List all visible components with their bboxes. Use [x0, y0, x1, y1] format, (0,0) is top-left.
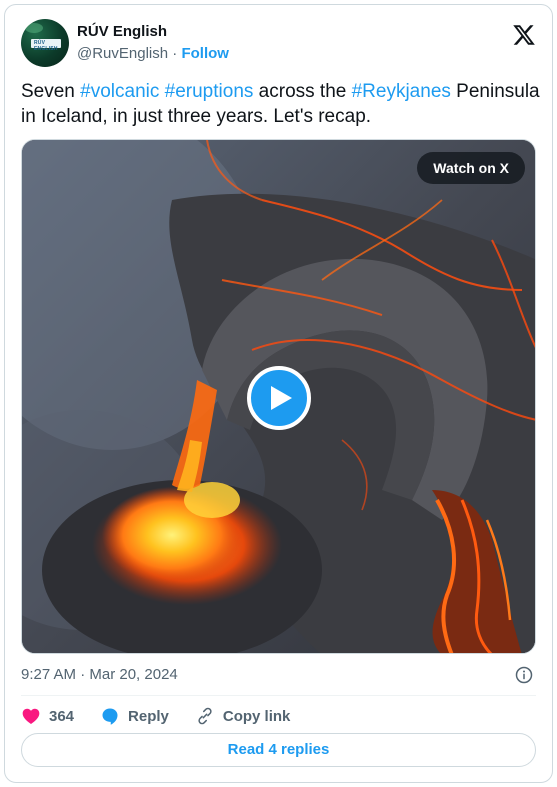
play-button[interactable] [247, 366, 311, 430]
tweet-text-segment: across the [253, 81, 352, 102]
play-icon [271, 386, 292, 410]
link-icon [198, 707, 212, 725]
tweet-card: RÚV ENGLISH RÚV English @RuvEnglish · Fo… [4, 4, 553, 783]
follow-button[interactable]: Follow [181, 45, 229, 62]
avatar-aurora [25, 23, 43, 33]
x-logo-icon[interactable] [512, 23, 536, 47]
tweet-text-segment: Seven [21, 81, 81, 102]
tweet-text: Seven #volcanic #eruptions across the #R… [21, 79, 541, 129]
timestamp[interactable]: 9:27 AM · Mar 20, 2024 [21, 666, 178, 683]
hashtag-link[interactable]: #Reykjanes [352, 81, 451, 102]
watch-on-x-button[interactable]: Watch on X [417, 152, 525, 184]
avatar[interactable]: RÚV ENGLISH [21, 19, 69, 67]
read-replies-button[interactable]: Read 4 replies [21, 733, 536, 767]
reply-button[interactable]: Reply [100, 706, 169, 726]
author-handle[interactable]: @RuvEnglish [77, 45, 168, 62]
action-bar: 364 Reply Copy link [21, 705, 316, 727]
like-count: 364 [49, 707, 75, 725]
hashtag-link[interactable]: #eruptions [165, 81, 254, 102]
video-thumbnail[interactable]: Watch on X [21, 139, 536, 654]
handle-separator: · [168, 45, 182, 62]
reply-bubble-icon [102, 708, 118, 725]
copy-link-button[interactable]: Copy link [195, 706, 291, 726]
reply-label: Reply [128, 707, 169, 725]
info-icon[interactable] [514, 665, 534, 685]
avatar-logo-text: RÚV ENGLISH [34, 40, 58, 52]
copy-link-label: Copy link [222, 707, 291, 725]
author-name[interactable]: RÚV English [77, 23, 167, 40]
avatar-logo-tag: RÚV ENGLISH [31, 39, 61, 52]
like-button[interactable]: 364 [21, 706, 74, 726]
divider [21, 695, 536, 696]
heart-icon [22, 708, 40, 724]
hashtag-link[interactable]: #volcanic [80, 81, 159, 102]
author-handle-row: @RuvEnglish · Follow [77, 45, 229, 62]
